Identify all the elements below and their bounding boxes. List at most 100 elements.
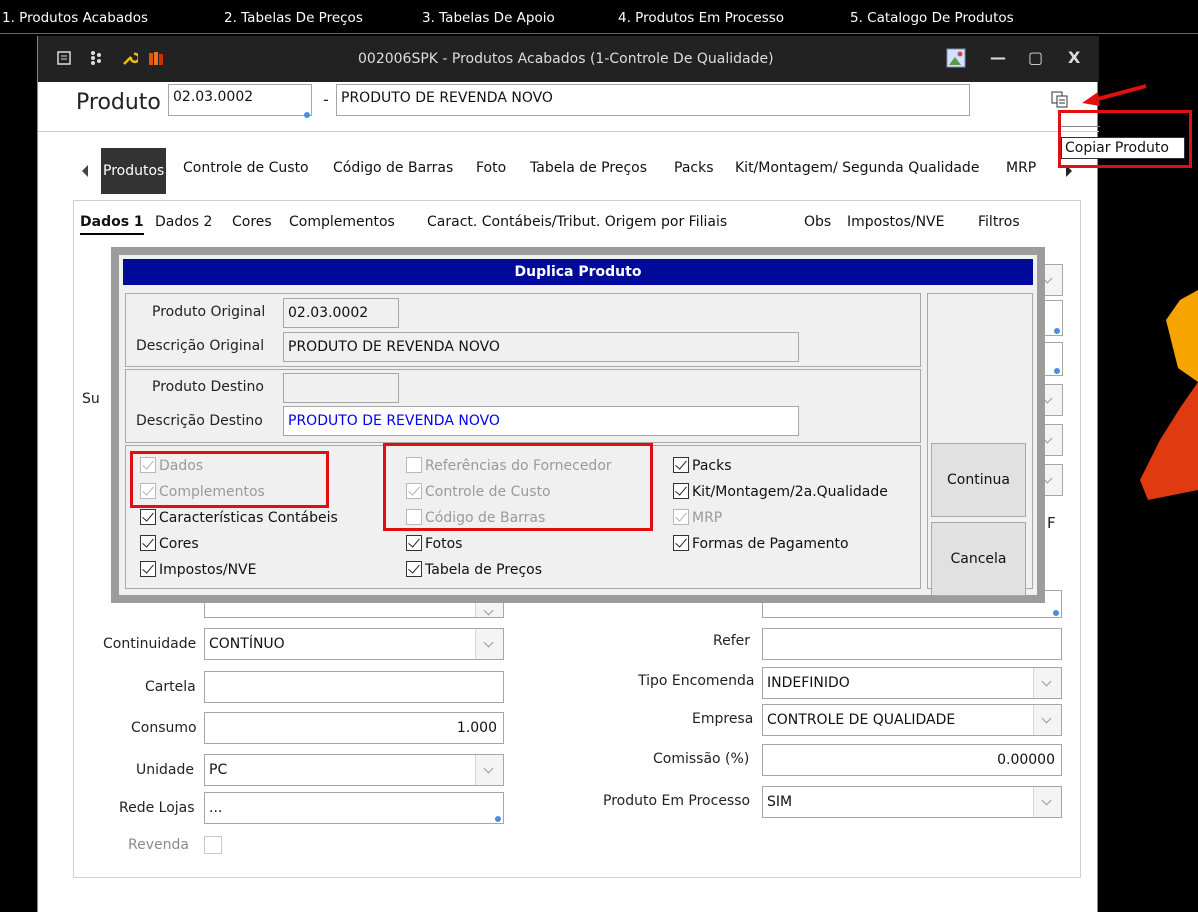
duplica-produto-dialog: Duplica Produto Produto Original 02.03.0… [111,247,1045,603]
produto-original-label: Produto Original [152,304,266,320]
continuidade-label: Continuidade [103,636,197,652]
revenda-checkbox[interactable] [204,836,222,854]
menu-produtos-processo[interactable]: 4. Produtos Em Processo [618,10,784,26]
top-menu-bar: 1. Produtos Acabados 2. Tabelas De Preço… [0,0,1198,34]
brand-logo-fragment [1140,290,1198,500]
subtab-caract-contabeis[interactable]: Caract. Contábeis/Tribut. Origem por Fil… [427,214,727,230]
empresa-select[interactable]: CONTROLE DE QUALIDADE [762,704,1062,736]
consumo-label: Consumo [131,720,197,736]
subtab-dados2[interactable]: Dados 2 [155,214,212,230]
produto-label: Produto [76,90,161,115]
check-mrp[interactable]: MRP [673,508,722,528]
partial-label-left: Su [82,391,100,407]
consumo-field[interactable]: 1.000 [204,712,504,744]
tipo-encomenda-value: INDEFINIDO [767,675,850,691]
empresa-label: Empresa [692,711,754,727]
produto-destino-label: Produto Destino [152,379,264,395]
minimize-button[interactable]: — [990,48,1006,67]
tab-foto[interactable]: Foto [476,160,506,176]
unidade-value: PC [209,762,228,778]
comissao-label: Comissão (%) [653,751,750,767]
produto-em-processo-value: SIM [767,794,793,810]
check-impostos-nve[interactable]: Impostos/NVE [140,560,256,580]
continua-button[interactable]: Continua [931,443,1026,517]
highlight-box-dados [130,451,329,508]
subtab-impostos-nve[interactable]: Impostos/NVE [847,214,944,230]
unidade-label: Unidade [136,762,194,778]
check-fotos[interactable]: Fotos [406,534,462,554]
chevron-down-icon[interactable] [1033,705,1061,735]
menu-tabelas-precos[interactable]: 2. Tabelas De Preços [224,10,363,26]
menu-tabelas-apoio[interactable]: 3. Tabelas De Apoio [422,10,555,26]
close-button[interactable]: X [1068,48,1080,67]
check-kit-montagem[interactable]: Kit/Montagem/2a.Qualidade [673,482,888,502]
tab-codigo-barras[interactable]: Código de Barras [333,160,453,176]
check-caracteristicas-contabeis[interactable]: Características Contábeis [140,508,338,528]
cancela-button[interactable]: Cancela [931,522,1026,596]
chevron-down-icon[interactable] [1033,668,1061,698]
partial-label-right: F [1047,514,1056,532]
produto-destino-field[interactable] [283,373,399,403]
subtab-cores[interactable]: Cores [232,214,272,230]
lookup-icon[interactable] [304,112,310,118]
copiar-produto-tooltip: Copiar Produto [1061,137,1185,159]
tipo-encomenda-label: Tipo Encomenda [638,673,755,689]
unidade-select[interactable]: PC [204,754,504,786]
check-packs[interactable]: Packs [673,456,732,476]
continuidade-value: CONTÍNUO [209,636,285,652]
revenda-label: Revenda [128,837,189,853]
cartela-field[interactable] [204,671,504,703]
copy-product-icon[interactable] [1051,91,1069,109]
produto-description-field[interactable]: PRODUTO DE REVENDA NOVO [336,84,970,116]
empresa-value: CONTROLE DE QUALIDADE [767,712,956,728]
maximize-button[interactable]: ▢ [1028,48,1043,67]
refer-label: Refer [713,633,751,649]
comissao-field[interactable]: 0.00000 [762,744,1062,776]
descricao-original-label: Descrição Original [136,338,265,354]
tab-kit-montagem[interactable]: Kit/Montagem/ Segunda Qualidade [735,160,979,176]
chevron-down-icon[interactable] [475,755,503,785]
window-title: 002006SPK - Produtos Acabados (1-Control… [358,51,774,67]
tab-tabela-precos[interactable]: Tabela de Preços [530,160,647,176]
descricao-original-field[interactable]: PRODUTO DE REVENDA NOVO [283,332,799,362]
tree-icon[interactable] [88,50,104,66]
subtab-filtros[interactable]: Filtros [978,214,1020,230]
rede-lojas-field[interactable]: ... [204,792,504,824]
rede-lojas-label: Rede Lojas [119,800,195,816]
refer-field[interactable] [762,628,1062,660]
tab-produtos[interactable]: Produtos [101,148,167,194]
check-cores[interactable]: Cores [140,534,199,554]
produto-em-processo-select[interactable]: SIM [762,786,1062,818]
tipo-encomenda-select[interactable]: INDEFINIDO [762,667,1062,699]
image-icon[interactable] [946,48,966,68]
tab-mrp[interactable]: MRP [1006,160,1036,176]
tab-controle-custo[interactable]: Controle de Custo [183,160,309,176]
check-formas-pagamento[interactable]: Formas de Pagamento [673,534,849,554]
chevron-down-icon[interactable] [475,629,503,659]
subtab-obs[interactable]: Obs [804,214,831,230]
list-icon[interactable] [56,50,72,66]
produto-em-processo-label: Produto Em Processo [603,793,751,809]
produto-original-field[interactable]: 02.03.0002 [283,298,399,328]
tabs-left-arrow-icon[interactable] [80,164,90,178]
menu-produtos-acabados[interactable]: 1. Produtos Acabados [2,10,148,26]
descricao-destino-label: Descrição Destino [136,413,263,429]
lookup-icon[interactable] [495,816,501,822]
continuidade-select[interactable]: CONTÍNUO [204,628,504,660]
subtab-dados1[interactable]: Dados 1 [80,214,144,235]
cartela-label: Cartela [145,679,196,695]
chevron-down-icon[interactable] [1033,787,1061,817]
books-icon[interactable] [148,50,164,66]
tab-packs[interactable]: Packs [674,160,714,176]
wrench-icon[interactable] [122,50,138,66]
produto-code-field[interactable]: 02.03.0002 [168,84,312,116]
highlight-box-referencias [383,443,653,531]
menu-catalogo-produtos[interactable]: 5. Catalogo De Produtos [850,10,1014,26]
dialog-title: Duplica Produto [123,259,1033,285]
title-bar: 002006SPK - Produtos Acabados (1-Control… [38,36,1099,82]
rede-lojas-value: ... [209,800,223,816]
descricao-destino-field[interactable]: PRODUTO DE REVENDA NOVO [283,406,799,436]
check-tabela-precos[interactable]: Tabela de Preços [406,560,542,580]
subtab-complementos[interactable]: Complementos [289,214,395,230]
produto-dash: - [323,90,329,109]
